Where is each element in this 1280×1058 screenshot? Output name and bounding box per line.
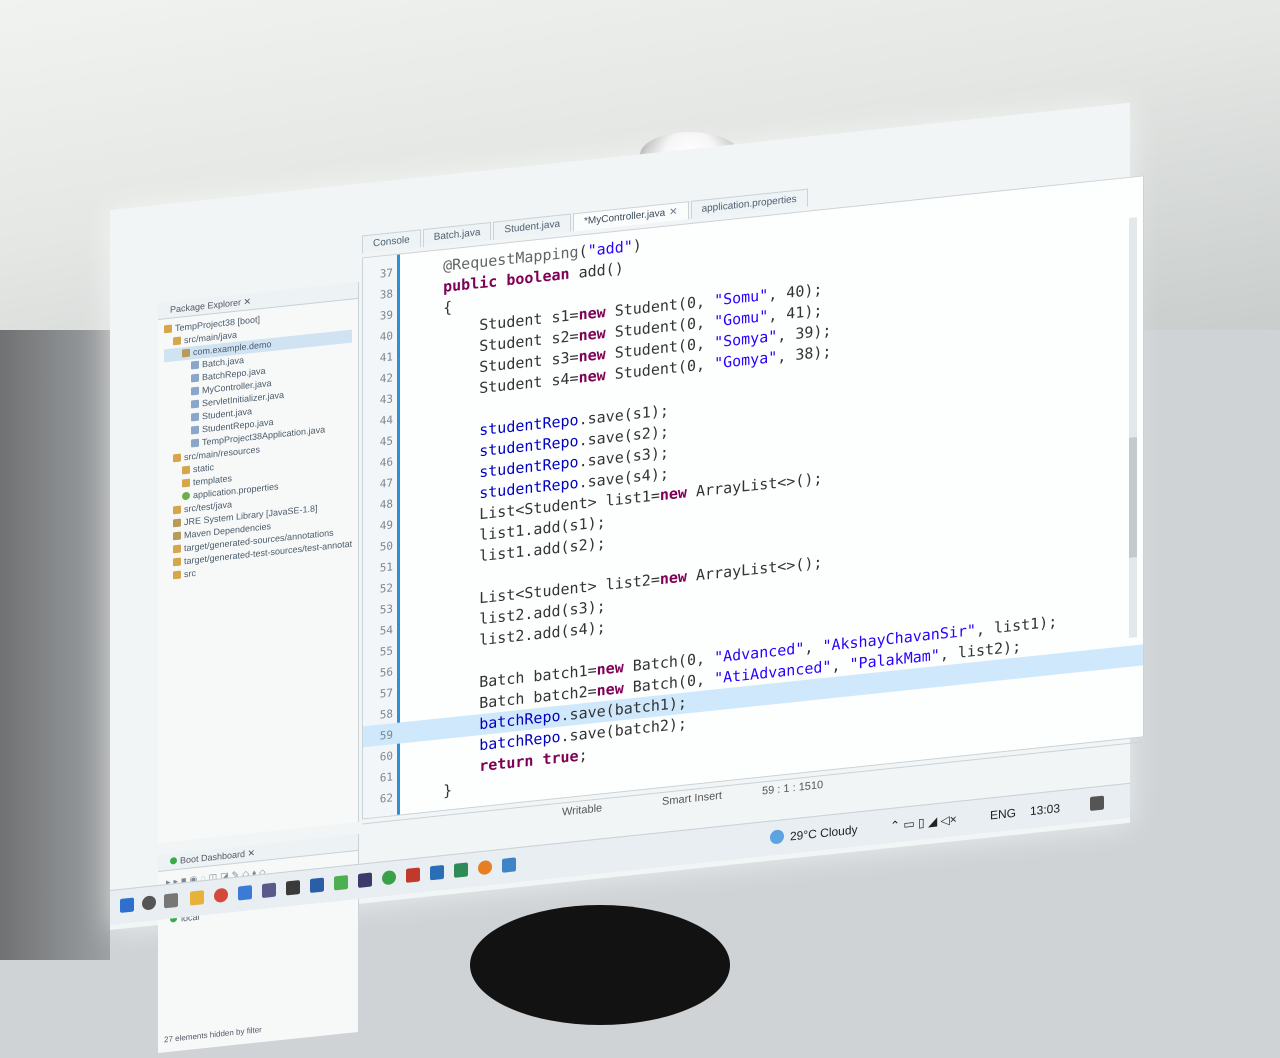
java-file-icon	[191, 373, 199, 383]
editor-tab-label: Student.java	[504, 218, 561, 236]
insert-mode-status: Smart Insert	[662, 789, 722, 808]
app-icon[interactable]	[502, 857, 516, 873]
clock[interactable]: 13:03	[1030, 801, 1060, 818]
eclipse-icon[interactable]	[382, 869, 396, 886]
app-icon[interactable]	[454, 862, 468, 878]
cursor-position: 59 : 1 : 1510	[762, 779, 824, 798]
line-number: 62	[379, 791, 393, 806]
folder-icon	[182, 478, 190, 488]
wall	[0, 330, 110, 960]
app-icon[interactable]	[334, 874, 348, 891]
language-indicator[interactable]: ENG	[990, 806, 1016, 823]
hidden-elements-status: 27 elements hidden by filter	[164, 1025, 262, 1045]
chrome-icon[interactable]	[214, 887, 228, 904]
code-area[interactable]: 37 @RequestMapping("add") 38 public boole…	[363, 176, 1143, 806]
code-text: }	[407, 781, 453, 804]
tree-item-label: static	[193, 462, 215, 475]
code-text: {	[407, 298, 453, 321]
folder-icon	[173, 544, 181, 554]
editor-tab-label: application.properties	[701, 193, 797, 215]
folder-icon	[173, 453, 181, 463]
app-icon[interactable]	[358, 872, 372, 888]
package-icon	[173, 531, 181, 541]
boot-dashboard-tab-label: Boot Dashboard	[180, 848, 246, 866]
audience-head	[470, 905, 730, 1025]
app-icon[interactable]	[478, 859, 492, 876]
folder-icon	[182, 465, 190, 475]
java-file-icon	[191, 438, 199, 448]
boot-icon	[170, 856, 177, 865]
package-icon	[173, 518, 181, 528]
java-file-icon	[191, 386, 199, 396]
app-icon[interactable]	[310, 877, 324, 893]
folder-icon	[173, 336, 181, 346]
editor-tab[interactable]: Batch.java	[422, 221, 492, 248]
close-icon[interactable]: ✕	[669, 206, 677, 218]
java-file-icon	[191, 399, 199, 409]
notification-icon[interactable]	[1090, 795, 1104, 811]
writable-status: Writable	[562, 802, 603, 819]
app-icon[interactable]	[238, 885, 252, 901]
editor-scrollbar-thumb[interactable]	[1129, 437, 1137, 558]
folder-icon	[173, 570, 181, 580]
properties-file-icon	[182, 491, 190, 501]
folder-icon	[164, 324, 172, 334]
folder-icon	[173, 557, 181, 567]
java-file-icon	[191, 360, 199, 370]
app-icon[interactable]	[406, 867, 420, 883]
editor-scrollbar[interactable]	[1129, 217, 1137, 638]
folder-icon	[173, 505, 181, 515]
file-explorer-icon[interactable]	[190, 890, 204, 906]
editor-tab-label: *MyController.java	[584, 207, 666, 228]
java-file-icon	[191, 412, 199, 422]
editor-tab[interactable]: Console	[362, 229, 421, 254]
task-view-icon[interactable]	[164, 892, 178, 909]
app-icon[interactable]	[262, 882, 276, 899]
package-explorer: Package Explorer ✕ TempProject38 [boot] s…	[158, 281, 359, 843]
start-icon[interactable]	[120, 897, 134, 913]
java-file-icon	[191, 425, 199, 435]
code-editor[interactable]: 37 @RequestMapping("add") 38 public boole…	[362, 175, 1144, 820]
package-icon	[182, 348, 190, 358]
app-icon[interactable]	[286, 880, 300, 896]
project-tree: TempProject38 [boot] src/main/java com.exa…	[158, 299, 358, 588]
search-icon[interactable]	[142, 895, 156, 911]
tree-item-label: src	[184, 567, 196, 580]
projected-screen: Package Explorer ✕ TempProject38 [boot] s…	[110, 102, 1144, 1053]
editor-tab-label: Batch.java	[433, 227, 481, 243]
editor-tab-label: Console	[373, 234, 410, 250]
system-tray-icons[interactable]: ⌃ ▭ ▯ ◢ ◁×	[890, 812, 957, 833]
weather-text[interactable]: 29°C Cloudy	[790, 822, 858, 843]
app-icon[interactable]	[430, 864, 444, 881]
weather-icon	[770, 829, 784, 845]
